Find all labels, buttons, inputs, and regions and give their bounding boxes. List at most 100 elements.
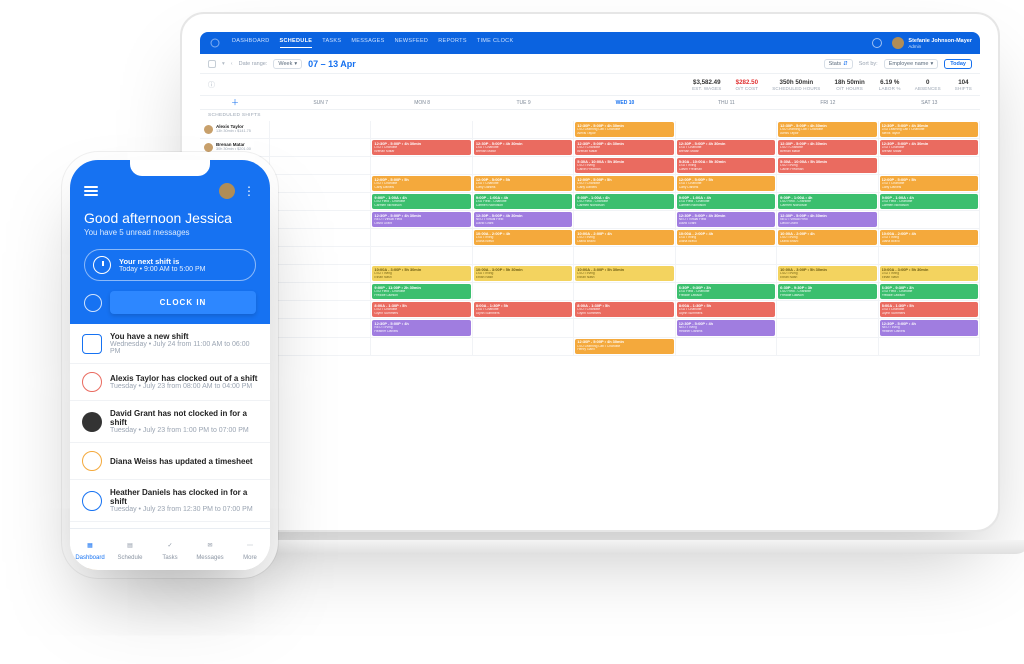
shift-block[interactable]: 12:30P - 5:00P • 4h 30minNEO • Virtual F… (372, 212, 470, 227)
shift-cell[interactable] (270, 175, 371, 193)
shift-cell[interactable]: 6:30P - 9:30P • 3hLSU Field - CharlotteF… (879, 283, 980, 301)
range-select[interactable]: Week▾ (273, 59, 302, 69)
shift-cell[interactable]: 9:00P - 11:00P • 2h 30minLSU Field - Cha… (371, 283, 472, 301)
shift-cell[interactable]: 9:00P - 1:00A • 4hLSU Field - CharlotteC… (473, 193, 574, 211)
shift-cell[interactable] (270, 229, 371, 247)
shift-cell[interactable] (270, 193, 371, 211)
shift-cell[interactable]: 6:30P - 9:30P • 3hLSU Field - CharlotteF… (676, 283, 777, 301)
shift-cell[interactable]: 12:30P - 5:00P • 4h 30minLSU • Charlotte… (777, 139, 878, 157)
shift-cell[interactable]: 8:00A - 1:30P • 5hLSU • CharlotteGlynn S… (676, 301, 777, 319)
day-header-cell[interactable]: FRI 12 (777, 100, 878, 106)
phone-tab-more[interactable]: ⋯More (230, 529, 270, 570)
shift-block[interactable]: 6:30P - 9:30P • 3hLSU Field - CharlotteF… (778, 284, 876, 299)
shift-cell[interactable]: 12:30P - 5:00P • 4h 30minLSU • Charlotte… (371, 139, 472, 157)
shift-cell[interactable]: 12:30P - 5:00P • 4h 30minLSU Learning La… (574, 121, 675, 139)
add-button[interactable]: ＋ (200, 97, 270, 108)
shift-cell[interactable] (270, 301, 371, 319)
shift-cell[interactable]: 9:00P - 1:00A • 4hLSU Field - CharlotteC… (574, 193, 675, 211)
shift-block[interactable]: 12:30P - 5:00P • 4h 30minLSU Learning La… (575, 339, 673, 354)
shift-cell[interactable]: 5:30A - 10:00A • 5h 30minLSU • IrvingCal… (574, 157, 675, 175)
shift-cell[interactable]: 12:30P - 5:00P • 4h 30minNEO • Virtual F… (371, 211, 472, 229)
phone-tab-messages[interactable]: ✉Messages (190, 529, 230, 570)
day-header-cell[interactable]: SAT 13 (879, 100, 980, 106)
prev-week-icon[interactable]: ‹ (231, 61, 233, 67)
shift-block[interactable]: 8:00A - 1:30P • 5hLSU • CharlotteGlynn S… (372, 302, 470, 317)
shift-cell[interactable] (676, 121, 777, 139)
shift-cell[interactable]: 6:30P - 9:30P • 3hLSU Field - CharlotteF… (777, 283, 878, 301)
day-header-cell[interactable]: TUE 9 (473, 100, 574, 106)
shift-cell[interactable] (270, 319, 371, 337)
user-menu[interactable]: Stefanie Johnson-Mayer Admin (892, 37, 972, 49)
phone-tab-dashboard[interactable]: ▦Dashboard (70, 529, 110, 570)
shift-cell[interactable]: 12:30P - 5:00P • 4h 30minNEO • Virtual F… (473, 211, 574, 229)
shift-cell[interactable]: 10:00A - 3:00P • 5h 30minLSU • IrvingEth… (574, 265, 675, 283)
help-icon[interactable] (872, 38, 882, 48)
stats-button[interactable]: Stats ⇵ (824, 59, 853, 69)
shift-block[interactable]: 9:00P - 1:00A • 4hLSU Field - CharlotteC… (474, 194, 572, 209)
shift-block[interactable]: 10:00A - 3:00P • 5h 30minLSU • IrvingEth… (372, 266, 470, 281)
shift-block[interactable]: 9:00P - 1:00A • 4hLSU Field - CharlotteC… (677, 194, 775, 209)
shift-cell[interactable]: 10:00A - 2:00P • 4hLSU • IrvingDiana Bra… (777, 229, 878, 247)
shift-cell[interactable]: 12:30P - 5:00P • 4h 30minNEO • Virtual F… (676, 211, 777, 229)
shift-cell[interactable]: 8:00A - 1:30P • 5hLSU • CharlotteGlynn S… (473, 301, 574, 319)
day-header-cell[interactable]: WED 10 (574, 100, 675, 106)
shift-block[interactable]: 9:00P - 1:00A • 4hLSU Field - CharlotteC… (372, 194, 470, 209)
next-shift-card[interactable]: Your next shift is Today • 9:00 AM to 5:… (84, 249, 256, 281)
shift-cell[interactable] (473, 338, 574, 356)
activity-item[interactable]: David Grant has not clocked in for a shi… (70, 401, 270, 443)
shift-block[interactable]: 10:00A - 2:00P • 4hLSU • IrvingDiana Bra… (575, 230, 673, 245)
employee-row-header[interactable]: Alexis Taylor13h 30min • $141.75 (200, 121, 270, 139)
shift-cell[interactable]: 9:00P - 1:00A • 4hLSU Field - CharlotteC… (777, 193, 878, 211)
shift-cell[interactable] (270, 247, 371, 265)
shift-block[interactable]: 12:30P - 5:00P • 4h 30minLSU • Charlotte… (880, 140, 978, 155)
clock-in-button[interactable]: CLOCK IN (110, 291, 256, 314)
shift-block[interactable]: 10:00A - 2:00P • 4hLSU • IrvingDiana Bra… (677, 230, 775, 245)
shift-cell[interactable]: 8:00A - 1:30P • 5hLSU • CharlotteGlynn S… (371, 301, 472, 319)
activity-item[interactable]: Alexis Taylor has clocked out of a shift… (70, 364, 270, 401)
shift-cell[interactable]: 12:30P - 5:00P • 4h 30minLSU Learning La… (574, 338, 675, 356)
shift-block[interactable]: 5:30A - 10:00A • 5h 30minLSU • IrvingCal… (778, 158, 876, 173)
shift-cell[interactable]: 12:30P - 5:00P • 4h 30minLSU • Charlotte… (574, 139, 675, 157)
shift-cell[interactable]: 12:30P - 5:00P • 4h 30minLSU Learning La… (777, 121, 878, 139)
phone-tab-tasks[interactable]: ✓Tasks (150, 529, 190, 570)
shift-cell[interactable]: 12:30P - 5:00P • 4h 30minLSU • Charlotte… (473, 139, 574, 157)
shift-cell[interactable]: 10:00A - 3:00P • 5h 30minLSU • IrvingEth… (473, 265, 574, 283)
shift-block[interactable]: 10:00A - 3:00P • 5h 30minLSU • IrvingEth… (778, 266, 876, 281)
shift-cell[interactable] (473, 319, 574, 337)
shift-cell[interactable] (270, 265, 371, 283)
shift-cell[interactable] (270, 283, 371, 301)
shift-block[interactable]: 8:00A - 1:30P • 5hLSU • CharlotteGlynn S… (677, 302, 775, 317)
shift-cell[interactable] (777, 319, 878, 337)
shift-cell[interactable] (270, 121, 371, 139)
shift-cell[interactable]: 8:00A - 1:30P • 5hLSU • CharlotteGlynn S… (574, 301, 675, 319)
shift-cell[interactable]: 10:00A - 3:00P • 5h 30minLSU • IrvingEth… (777, 265, 878, 283)
shift-block[interactable]: 10:00A - 2:00P • 4hLSU • IrvingDiana Bra… (880, 230, 978, 245)
nav-tab-reports[interactable]: REPORTS (438, 38, 467, 48)
sort-select[interactable]: Employee name▾ (884, 59, 939, 69)
shift-cell[interactable]: 12:30P - 5:00P • 4h 30minNEO • Virtual F… (777, 211, 878, 229)
shift-cell[interactable] (371, 338, 472, 356)
shift-block[interactable]: 8:00A - 1:30P • 5hLSU • CharlotteGlynn S… (880, 302, 978, 317)
shift-cell[interactable] (270, 211, 371, 229)
shift-cell[interactable] (574, 283, 675, 301)
shift-cell[interactable] (371, 157, 472, 175)
shift-block[interactable]: 12:30P - 5:00P • 4hNEO • IrvingHeather D… (372, 320, 470, 335)
shift-cell[interactable] (473, 247, 574, 265)
shift-cell[interactable]: 10:00A - 3:00P • 5h 30minLSU • IrvingEth… (879, 265, 980, 283)
shift-cell[interactable] (270, 338, 371, 356)
shift-block[interactable]: 12:30P - 5:00P • 4h 30minLSU • Charlotte… (474, 140, 572, 155)
shift-block[interactable]: 10:00A - 3:00P • 5h 30minLSU • IrvingEth… (575, 266, 673, 281)
shift-cell[interactable] (574, 247, 675, 265)
shift-block[interactable]: 9:00P - 1:00A • 4hLSU Field - CharlotteC… (880, 194, 978, 209)
shift-cell[interactable]: 8:00A - 1:30P • 5hLSU • CharlotteGlynn S… (879, 301, 980, 319)
shift-block[interactable]: 12:00P - 5:00P • 5hLSU • CharlotteCarly … (880, 176, 978, 191)
shift-block[interactable]: 12:30P - 5:00P • 4h 30minLSU • Charlotte… (778, 140, 876, 155)
shift-cell[interactable]: 9:00P - 1:00A • 4hLSU Field - CharlotteC… (676, 193, 777, 211)
shift-cell[interactable] (676, 247, 777, 265)
day-header-cell[interactable]: SUN 7 (270, 100, 371, 106)
shift-cell[interactable] (371, 247, 472, 265)
shift-cell[interactable] (371, 229, 472, 247)
shift-cell[interactable]: 12:00P - 5:00P • 5hLSU • CharlotteCarly … (879, 175, 980, 193)
shift-cell[interactable]: 12:00P - 5:00P • 5hLSU • CharlotteCarly … (473, 175, 574, 193)
shift-block[interactable]: 5:30A - 10:00A • 5h 30minLSU • IrvingCal… (677, 158, 775, 173)
